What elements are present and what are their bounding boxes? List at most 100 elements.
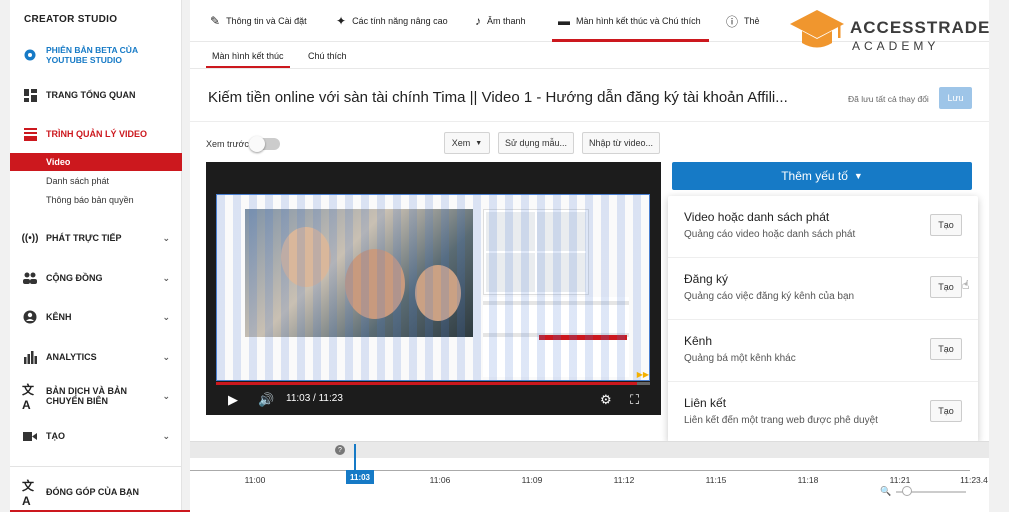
sidebar-item-community[interactable]: CỘNG ĐỒNG ⌄	[10, 269, 182, 287]
sidebar-item-contributions[interactable]: 文A ĐÓNG GÓP CỦA BẠN	[10, 478, 182, 508]
chevron-down-icon: ⌄	[162, 272, 170, 283]
timeline-tick: 11:09	[521, 475, 543, 485]
video-camera-icon	[22, 428, 38, 444]
create-subscribe-button[interactable]: Tạo	[930, 276, 962, 298]
sidebar-item-label: CỘNG ĐỒNG	[46, 273, 103, 283]
create-video-button[interactable]: Tạo	[930, 214, 962, 236]
sidebar-item-label: TRANG TỔNG QUAN	[46, 90, 136, 100]
sidebar: CREATOR STUDIO PHIÊN BẢN BETA CỦA YOUTUB…	[10, 0, 182, 512]
zoom-slider-handle[interactable]	[902, 486, 912, 496]
page-margin	[989, 0, 1009, 512]
title-divider	[190, 121, 989, 122]
end-screen-canvas[interactable]	[216, 194, 650, 381]
add-element-menu: Video hoặc danh sách phát Quảng cáo vide…	[668, 196, 978, 442]
timeline-tick: 11:06	[429, 475, 451, 485]
playhead-time[interactable]: 11:03	[346, 470, 374, 484]
play-icon[interactable]: ▶	[228, 392, 238, 408]
menu-item-subscribe[interactable]: Đăng ký Quảng cáo việc đăng ký kênh của …	[668, 258, 978, 320]
chevron-down-icon: ⌄	[162, 311, 170, 322]
watermark-badge: ▶▶	[636, 370, 649, 379]
chevron-down-icon: ⌄	[162, 232, 170, 243]
use-template-button[interactable]: Sử dụng mẫu...	[498, 132, 574, 154]
tab-advanced-features[interactable]: ✦ Các tính năng nâng cao	[336, 0, 448, 42]
end-screen-icon: ▬	[558, 14, 570, 28]
zoom-icon: 🔍	[880, 486, 892, 496]
fullscreen-icon[interactable]: ⛶	[630, 392, 639, 408]
video-title: Kiếm tiền online với sàn tài chính Tima …	[208, 89, 788, 106]
sidebar-divider	[10, 466, 182, 467]
product-grid-image	[483, 209, 589, 295]
video-thumbnail	[245, 209, 473, 337]
timeline-track[interactable]	[190, 442, 989, 458]
timeline[interactable]: ? 11:00 11:06 11:09 11:12 11:15 11:18 11…	[190, 441, 989, 512]
sidebar-sub-copyright[interactable]: Thông báo bản quyền	[10, 191, 182, 209]
subtab-divider	[190, 68, 989, 69]
timeline-tick: 11:23.4	[960, 475, 988, 485]
chevron-down-icon: ⌄	[162, 351, 170, 362]
creator-studio-brand: CREATOR STUDIO	[24, 14, 118, 25]
menu-item-link[interactable]: Liên kết Liên kết đến một trang web được…	[668, 382, 978, 444]
timeline-tick: 11:18	[797, 475, 819, 485]
add-element-button[interactable]: Thêm yếu tố ▼	[672, 162, 972, 190]
info-icon: ⓘ	[726, 14, 739, 29]
gear-icon	[22, 47, 38, 63]
view-dropdown[interactable]: Xem ▼	[444, 132, 490, 154]
sidebar-item-channel[interactable]: KÊNH ⌄	[10, 308, 182, 326]
sidebar-item-translations[interactable]: 文A BẢN DỊCH VÀ BẢN CHUYỂN BIÊN ⌄	[10, 382, 182, 412]
sidebar-item-create[interactable]: TẠO ⌄	[10, 427, 182, 445]
saved-status: Đã lưu tất cả thay đổi	[848, 94, 929, 104]
save-button[interactable]: Lưu	[939, 87, 972, 109]
tab-end-screen[interactable]: ▬ Màn hình kết thúc và Chú thích	[552, 0, 709, 42]
settings-gear-icon[interactable]: ⚙	[600, 392, 612, 408]
magic-wand-icon: ✦	[336, 14, 347, 28]
playhead-line[interactable]	[354, 444, 356, 470]
sidebar-item-label: TRÌNH QUẢN LÝ VIDEO	[46, 129, 148, 139]
sidebar-item-label: ANALYTICS	[46, 352, 97, 362]
sidebar-sub-video[interactable]: Video	[10, 153, 182, 171]
sidebar-beta-label[interactable]: PHIÊN BẢN BETA CỦA YOUTUBE STUDIO	[46, 45, 138, 65]
help-icon[interactable]: ?	[335, 445, 345, 455]
sidebar-item-label: BẢN DỊCH VÀ BẢN CHUYỂN BIÊN	[46, 386, 127, 406]
timeline-tick: 11:21	[889, 475, 911, 485]
preview-toggle[interactable]	[249, 136, 280, 152]
tab-info-settings[interactable]: ✎ Thông tin và Cài đặt	[210, 0, 307, 42]
tab-cards[interactable]: ⓘ Thẻ	[726, 0, 760, 42]
sidebar-item-analytics[interactable]: ANALYTICS ⌄	[10, 348, 182, 366]
import-from-video-button[interactable]: Nhập từ video...	[582, 132, 660, 154]
video-player[interactable]: ▶▶ ▶ 🔊 11:03 / 11:23 ⚙ ⛶	[206, 162, 661, 415]
sidebar-item-label: TẠO	[46, 431, 65, 441]
live-icon: ((•))	[21, 232, 39, 244]
caret-down-icon: ▼	[853, 171, 863, 181]
channel-icon	[22, 309, 38, 325]
main-panel: ✎ Thông tin và Cài đặt ✦ Các tính năng n…	[190, 0, 989, 512]
menu-item-video-playlist[interactable]: Video hoặc danh sách phát Quảng cáo vide…	[668, 196, 978, 258]
menu-item-channel[interactable]: Kênh Quảng bá một kênh khác Tạo	[668, 320, 978, 382]
chevron-down-icon: ⌄	[162, 430, 170, 441]
accesstrade-logo: ACCESSTRADE ACADEMY	[788, 6, 1003, 56]
graduation-cap-icon	[790, 10, 844, 48]
subtab-end-screen[interactable]: Màn hình kết thúc	[206, 44, 290, 68]
sidebar-item-live[interactable]: ((•)) PHÁT TRỰC TIẾP ⌄	[10, 229, 182, 247]
volume-icon[interactable]: 🔊	[258, 392, 274, 408]
subtab-annotations[interactable]: Chú thích	[308, 44, 347, 68]
create-link-button[interactable]: Tạo	[930, 400, 962, 422]
translate-icon: 文A	[22, 478, 35, 508]
sidebar-item-video-manager[interactable]: TRÌNH QUẢN LÝ VIDEO	[10, 125, 182, 143]
stats-panel-image	[483, 297, 629, 377]
tab-audio[interactable]: ♪ Âm thanh	[475, 0, 526, 42]
chevron-down-icon: ⌄	[162, 390, 170, 401]
timeline-tick: 11:00	[244, 475, 266, 485]
sidebar-item-dashboard[interactable]: TRANG TỔNG QUAN	[10, 86, 182, 104]
pencil-icon: ✎	[210, 14, 221, 28]
sidebar-sub-playlists[interactable]: Danh sách phát	[10, 172, 182, 190]
sidebar-item-label: PHÁT TRỰC TIẾP	[46, 233, 122, 243]
logo-line1: ACCESSTRADE	[850, 18, 991, 37]
translate-icon: 文A	[22, 382, 35, 412]
dashboard-icon	[22, 87, 38, 103]
create-channel-button[interactable]: Tạo	[930, 338, 962, 360]
sidebar-item-label: KÊNH	[46, 312, 72, 322]
music-note-icon: ♪	[475, 14, 481, 28]
timeline-tick: 11:15	[705, 475, 727, 485]
video-controls: ▶ 🔊 11:03 / 11:23 ⚙ ⛶	[206, 385, 661, 415]
community-icon	[22, 270, 38, 286]
